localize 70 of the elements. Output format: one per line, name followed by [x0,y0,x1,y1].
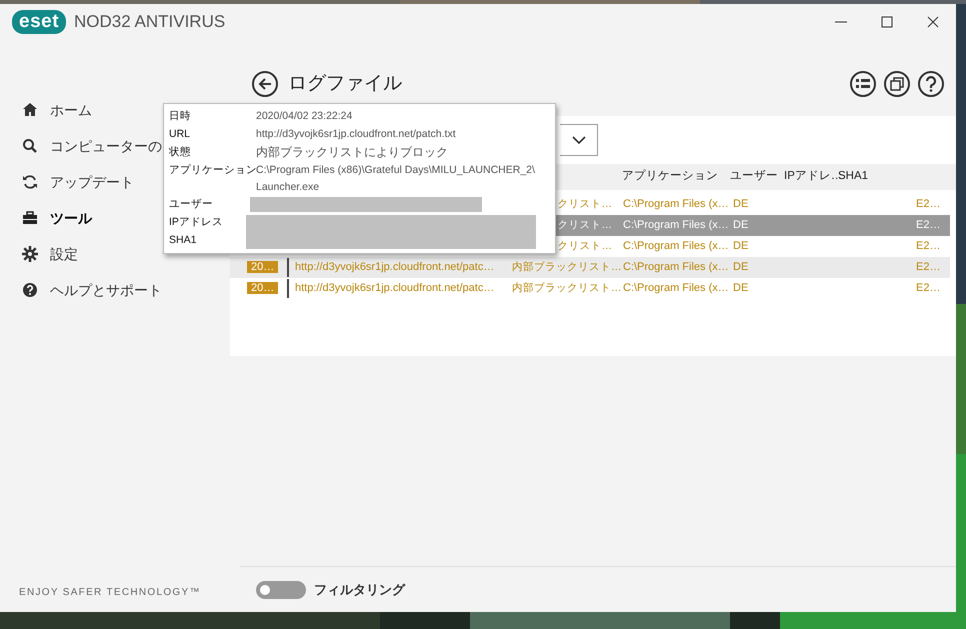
sidebar-item[interactable]: ヘルプとサポート [0,272,162,308]
table-cell: http://d3yvojk6sr1jp.cloudfront.net/patc… [295,282,494,294]
windows-icon [890,77,904,91]
filter-label: フィルタリング [314,580,405,599]
table-cell: http://d3yvojk6sr1jp.cloudfront.net/patc… [295,261,494,273]
tooltip-label: 日時 [169,109,191,124]
table-cell: 内部ブラックリスト… [512,260,622,273]
help-icon [925,76,937,92]
tooltip-label: IPアドレス [169,215,223,230]
table-cell: E2… [916,219,940,232]
list-icon [856,78,870,90]
column-header[interactable]: SHA1 [838,170,868,182]
table-cell: C:\Program Files (x… [623,240,729,252]
tooltip-value: 内部ブラックリストによりブロック [256,144,449,160]
tagline: ENJOY SAFER TECHNOLOGY™ [18,586,202,600]
table-cell: DE [733,282,748,294]
logo: eset [12,10,66,34]
settings-icon [22,246,38,262]
column-header[interactable]: ユーザー [730,170,778,182]
sidebar-item[interactable]: 設定 [0,236,78,272]
page-title: ログファイル [288,72,402,96]
close-icon [926,15,940,29]
filter-toggle[interactable] [256,580,306,598]
chevron-down-icon [572,136,586,144]
sidebar-item[interactable]: アップデート [0,164,134,200]
table-cell: E2… [916,261,940,274]
tooltip-label: URL [169,127,190,142]
app-title: NOD32 ANTIVIRUS [74,11,226,34]
tooltip-value: Launcher.exe [256,180,320,195]
help-button[interactable] [918,71,944,97]
tooltip-label: SHA1 [169,233,196,248]
table-cell: C:\Program Files (x… [623,282,729,294]
sidebar-item[interactable]: ホーム [0,92,92,128]
sidebar-item[interactable]: コンピューターの [0,128,162,164]
windows-button[interactable] [884,71,910,97]
tooltip-label: 状態 [169,145,191,160]
back-arrow-icon [257,77,273,91]
refresh-icon [22,174,38,190]
tooltip-value: C:\Program Files (x86)\Grateful Days\MILU_LAUNCHER_2\ [256,163,536,178]
filter-dropdown[interactable] [560,124,598,156]
table-cell: DE [733,240,748,252]
list-view-button[interactable] [850,71,876,97]
column-header[interactable]: アプリケーション [622,170,718,182]
table-cell: 内部ブラックリスト… [512,282,622,294]
tooltip-value: http://d3yvojk6sr1jp.cloudfront.net/patch.txt [256,127,457,142]
tooltip-label: ユーザー [169,197,213,212]
search-icon [22,138,38,154]
table-cell: クリスト… [558,240,612,252]
table-cell: DE [733,261,748,274]
help-icon [22,282,38,298]
back-button[interactable] [252,71,278,97]
date-badge: 20… [247,261,278,274]
table-cell: C:\Program Files (x… [623,219,729,232]
table-cell: DE [733,219,748,232]
table-cell: クリスト… [558,218,612,231]
tooltip-value: 2020/04/02 23:22:24 [256,109,354,124]
tooltip-label: アプリケーション [169,163,257,178]
sidebar-item[interactable]: ツール [0,200,92,236]
date-badge: 20… [247,282,278,294]
minimize-icon [835,21,847,23]
table-cell: E2… [916,282,940,294]
maximize-icon [880,15,894,29]
home-icon [22,102,38,118]
table-cell: クリスト… [558,198,612,210]
table-cell: DE [733,198,748,210]
table-cell: C:\Program Files (x… [623,261,729,274]
table-cell: E2… [916,198,940,210]
table-cell: C:\Program Files (x… [623,198,729,210]
toolbox-icon [22,210,38,226]
table-cell: E2… [916,240,940,252]
